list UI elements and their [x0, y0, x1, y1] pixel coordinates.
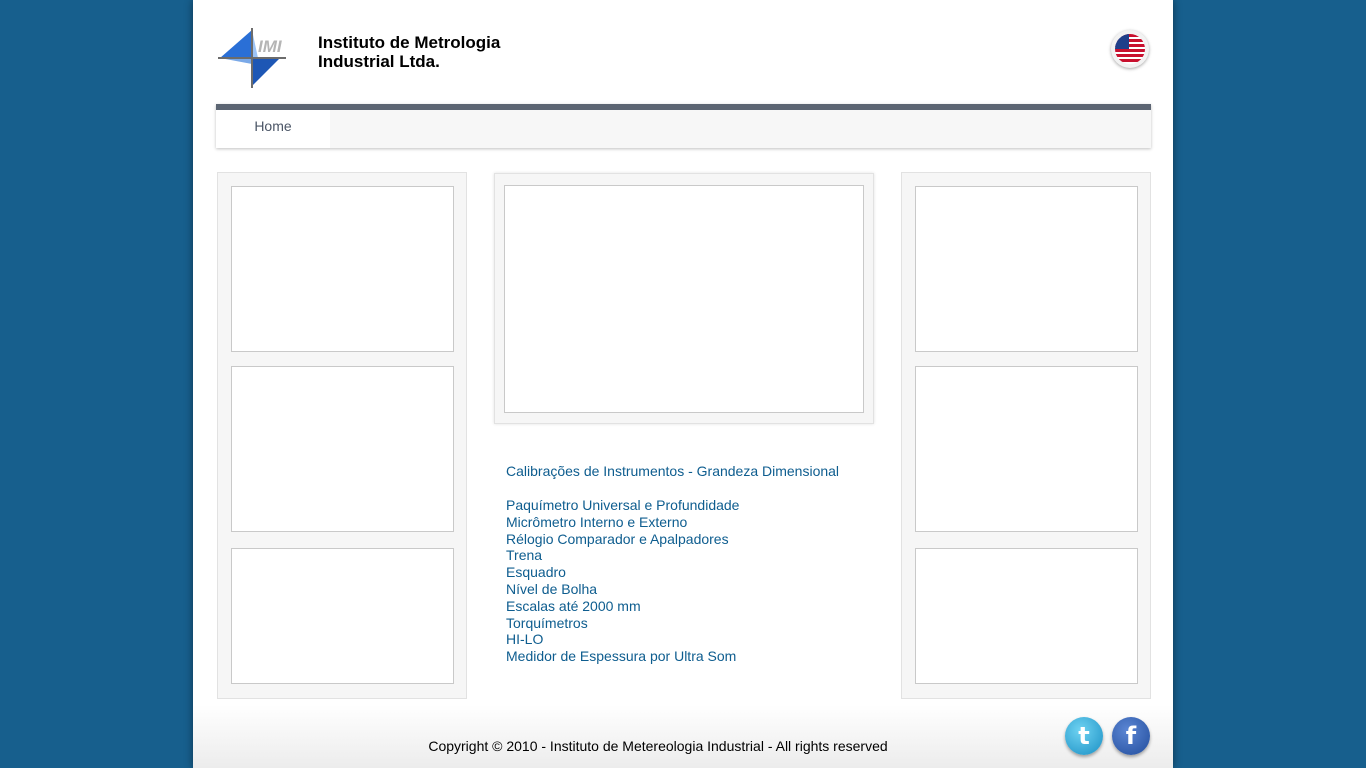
- service-item: Medidor de Espessura por Ultra Som: [506, 648, 737, 665]
- twitter-icon: t: [1078, 722, 1090, 750]
- service-item: Trena: [506, 547, 543, 564]
- left-panel-2: [231, 366, 454, 532]
- language-english-button[interactable]: [1111, 30, 1149, 68]
- company-name: Instituto de Metrologia Industrial Ltda.: [318, 33, 500, 71]
- services-list: Calibrações de Instrumentos - Grandeza D…: [506, 463, 876, 665]
- page-container: IMI Instituto de Metrologia Industrial L…: [193, 0, 1173, 768]
- twitter-button[interactable]: t: [1065, 717, 1103, 755]
- logo-mark-icon: IMI: [218, 28, 318, 88]
- service-item: Rélogio Comparador e Apalpadores: [506, 530, 729, 547]
- main-navigation: Home: [216, 104, 1151, 148]
- service-item: HI-LO: [506, 631, 544, 648]
- right-panel-3: [915, 548, 1138, 684]
- right-panel-2: [915, 366, 1138, 532]
- us-flag-icon: [1115, 34, 1145, 64]
- service-item: Escalas até 2000 mm: [506, 597, 641, 614]
- service-item: Nível de Bolha: [506, 580, 598, 597]
- company-name-line2: Industrial Ltda.: [318, 52, 440, 71]
- left-panel-1: [231, 186, 454, 352]
- service-item: Torquímetros: [506, 614, 588, 631]
- services-items: Paquímetro Universal e Profundidade Micr…: [506, 497, 876, 665]
- center-image-area: [504, 185, 864, 413]
- company-name-line1: Instituto de Metrologia: [318, 33, 501, 52]
- services-heading: Calibrações de Instrumentos - Grandeza D…: [506, 463, 840, 479]
- service-item: Micrômetro Interno e Externo: [506, 513, 688, 530]
- nav-item-home[interactable]: Home: [216, 110, 330, 148]
- right-panel-1: [915, 186, 1138, 352]
- logo-mark-text: IMI: [258, 37, 283, 56]
- left-panel-3: [231, 548, 454, 684]
- company-logo[interactable]: IMI Instituto de Metrologia Industrial L…: [218, 28, 518, 88]
- service-item: Paquímetro Universal e Profundidade: [506, 497, 740, 513]
- facebook-button[interactable]: f: [1112, 717, 1150, 755]
- center-image-frame: [494, 173, 874, 424]
- copyright-text: Copyright © 2010 - Instituto de Metereol…: [428, 738, 888, 754]
- footer: Copyright © 2010 - Instituto de Metereol…: [193, 705, 1173, 768]
- left-column: [217, 172, 467, 699]
- right-column: [901, 172, 1151, 699]
- service-item: Esquadro: [506, 564, 566, 581]
- facebook-icon: f: [1125, 722, 1137, 750]
